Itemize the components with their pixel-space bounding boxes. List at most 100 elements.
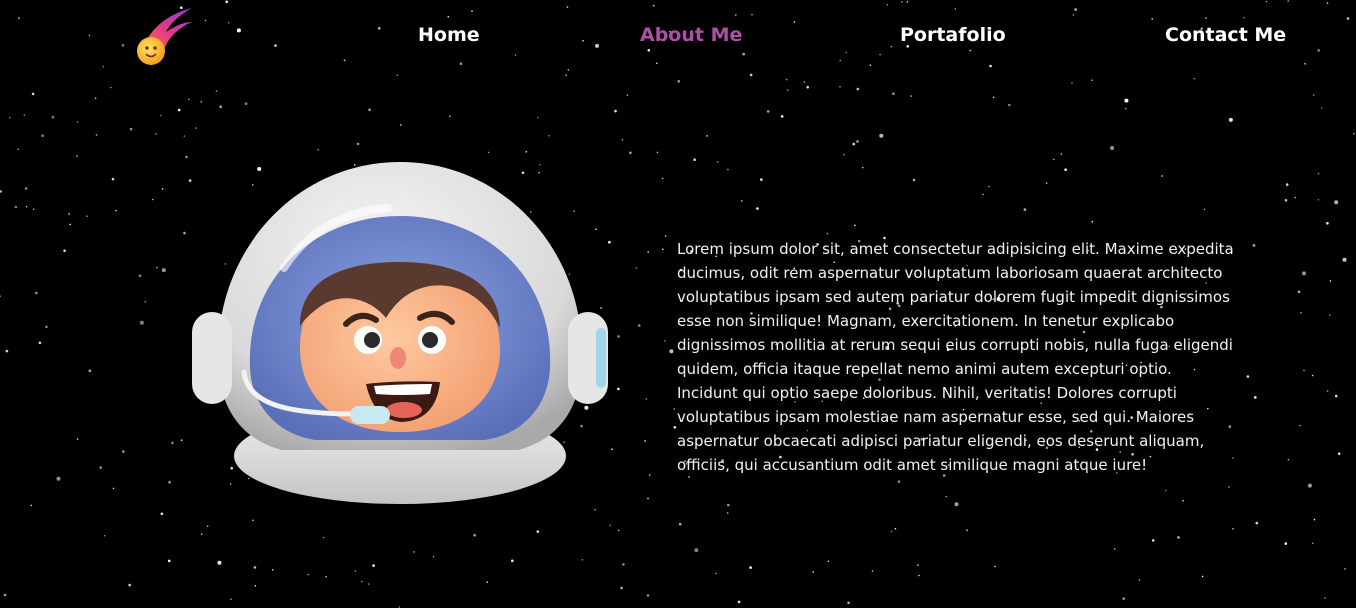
star (749, 73, 753, 77)
star (1165, 489, 1167, 492)
star (86, 215, 88, 217)
star (1334, 200, 1339, 205)
star (581, 559, 584, 561)
star (644, 440, 646, 442)
star (511, 559, 514, 563)
star (749, 566, 752, 569)
star (128, 583, 131, 587)
star (30, 504, 33, 507)
star (24, 187, 28, 190)
star (473, 533, 476, 537)
star (1228, 486, 1230, 488)
star (741, 200, 743, 202)
star (413, 551, 415, 553)
star (17, 148, 20, 150)
star (144, 301, 146, 303)
star (1337, 452, 1341, 456)
star (1317, 199, 1320, 201)
star (1182, 499, 1184, 502)
star (954, 502, 959, 507)
star (647, 497, 649, 500)
star (138, 274, 142, 278)
star (727, 168, 729, 171)
star (678, 522, 682, 526)
star (400, 124, 402, 126)
star (673, 408, 676, 410)
star (68, 213, 70, 215)
star (69, 223, 71, 226)
star (988, 185, 990, 188)
star (31, 92, 35, 96)
nav-link-contact-me[interactable]: Contact Me (1165, 24, 1286, 46)
star (894, 527, 897, 530)
star (1060, 153, 1063, 155)
star (110, 86, 112, 89)
star (726, 512, 729, 514)
star (88, 369, 92, 373)
star (1177, 536, 1180, 539)
astronaut-helmet-illustration (188, 158, 612, 510)
star (487, 151, 490, 154)
star (1091, 220, 1094, 223)
star (322, 536, 325, 539)
star (200, 101, 203, 103)
star (1255, 521, 1259, 525)
star (1303, 369, 1305, 372)
star (432, 556, 435, 558)
star (548, 134, 550, 137)
star (620, 586, 623, 590)
star (1285, 183, 1289, 186)
star (664, 235, 667, 237)
star (614, 109, 617, 113)
star (1299, 424, 1301, 427)
star (693, 158, 696, 161)
star (155, 133, 157, 135)
star (966, 529, 968, 531)
star (890, 530, 893, 533)
nav-link-portafolio[interactable]: Portafolio (900, 24, 1006, 46)
star (537, 116, 539, 119)
about-me-paragraph: Lorem ipsum dolor sit, amet consectetur … (677, 240, 1234, 474)
star (41, 134, 44, 137)
star (662, 248, 664, 251)
star (171, 441, 174, 445)
star (677, 80, 681, 83)
star (1328, 314, 1331, 316)
star (1320, 107, 1323, 109)
star (786, 89, 789, 91)
star (129, 127, 133, 131)
star (32, 208, 35, 210)
star (1125, 107, 1127, 110)
star (617, 335, 620, 338)
star (854, 224, 856, 227)
star (1064, 168, 1067, 171)
star (1045, 182, 1048, 184)
star (152, 198, 154, 201)
star (673, 426, 677, 429)
star (254, 585, 257, 587)
star (1114, 548, 1116, 550)
star (945, 495, 948, 498)
nav-link-about-me[interactable]: About Me (640, 24, 742, 46)
nav-link-home[interactable]: Home (418, 24, 480, 46)
star (1151, 539, 1155, 542)
star (716, 161, 719, 163)
star (785, 78, 788, 81)
star (1344, 568, 1346, 570)
star (215, 90, 218, 92)
star (161, 188, 164, 190)
star (1228, 117, 1233, 122)
star (76, 121, 79, 123)
star (647, 251, 649, 253)
star (1300, 312, 1302, 314)
star (917, 564, 919, 566)
star (271, 569, 274, 571)
star (230, 598, 232, 601)
main-nav: Home About Me Portafolio Contact Me (0, 0, 1356, 70)
star (617, 529, 620, 532)
star (645, 398, 648, 400)
star (1312, 94, 1315, 96)
star (94, 97, 97, 99)
star (168, 481, 171, 484)
star (992, 96, 995, 99)
